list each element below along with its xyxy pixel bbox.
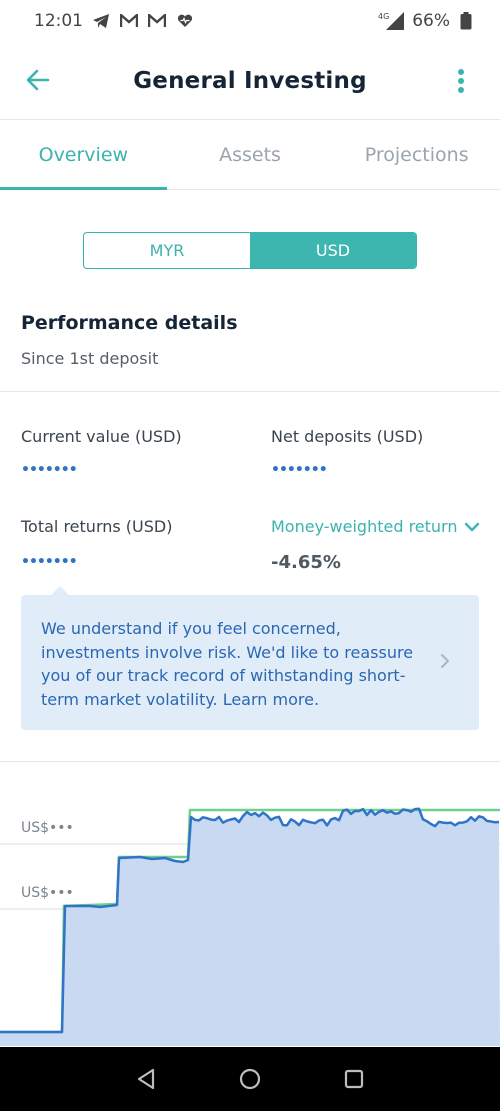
tab-assets[interactable]: Assets: [167, 121, 334, 189]
back-button[interactable]: [22, 64, 54, 96]
nav-recents-button[interactable]: [337, 1062, 371, 1096]
gmail-icon: [119, 12, 139, 30]
notice-caret: [51, 586, 69, 595]
net-deposits-amount: •••••••: [271, 462, 328, 478]
signal-icon: 4G: [378, 12, 406, 30]
chevron-right-icon: [435, 651, 455, 671]
total-returns-amount: •••••••: [21, 554, 78, 570]
total-returns-label: Total returns (USD): [21, 517, 173, 536]
divider: [0, 391, 500, 392]
return-metric-label: Money-weighted return: [271, 517, 458, 536]
more-vertical-icon: [458, 69, 464, 93]
performance-chart: US$••• US$•••: [0, 790, 500, 1046]
current-value-label: Current value (USD): [21, 427, 182, 446]
nav-back-button[interactable]: [129, 1062, 163, 1096]
net-deposits-label: Net deposits (USD): [271, 427, 424, 446]
gmail-icon: [147, 12, 167, 30]
page-title: General Investing: [133, 67, 367, 94]
currency-option-myr[interactable]: MYR: [84, 233, 250, 268]
current-value-amount: •••••••: [21, 462, 78, 478]
notice-text: We understand if you feel concerned, inv…: [41, 619, 414, 709]
more-options-button[interactable]: [446, 64, 476, 98]
reassurance-notice[interactable]: We understand if you feel concerned, inv…: [21, 586, 479, 730]
y-axis-label: US$•••: [21, 885, 74, 901]
home-circle-icon: [239, 1068, 261, 1090]
network-type: 4G: [378, 12, 389, 21]
battery-icon: [456, 12, 476, 30]
status-left: 12:01: [34, 11, 195, 31]
chevron-down-icon: [464, 522, 479, 531]
battery-percent: 66%: [412, 11, 450, 31]
tab-overview[interactable]: Overview: [0, 121, 167, 190]
status-time: 12:01: [34, 11, 83, 31]
return-metric-value: -4.65%: [271, 552, 341, 573]
performance-chart-svg: [0, 807, 500, 1046]
currency-toggle: MYR USD: [83, 232, 417, 269]
currency-option-usd[interactable]: USD: [250, 233, 416, 268]
divider: [0, 761, 500, 762]
arrow-left-icon: [26, 69, 50, 91]
performance-subtitle: Since 1st deposit: [21, 349, 159, 368]
tab-bar: Overview Assets Projections: [0, 121, 500, 190]
telegram-icon: [91, 12, 111, 30]
back-triangle-icon: [137, 1068, 155, 1090]
y-axis-label: US$•••: [21, 820, 74, 836]
system-nav-bar: [0, 1047, 500, 1111]
return-metric-dropdown[interactable]: Money-weighted return: [271, 517, 480, 536]
status-right: 4G 66%: [378, 11, 476, 31]
performance-title: Performance details: [21, 312, 238, 334]
heart-icon: [175, 12, 195, 30]
nav-home-button[interactable]: [233, 1062, 267, 1096]
status-bar: 12:01 4G 66%: [0, 0, 500, 42]
tab-projections[interactable]: Projections: [333, 121, 500, 189]
app-bar: General Investing: [0, 42, 500, 120]
recents-square-icon: [344, 1069, 364, 1089]
